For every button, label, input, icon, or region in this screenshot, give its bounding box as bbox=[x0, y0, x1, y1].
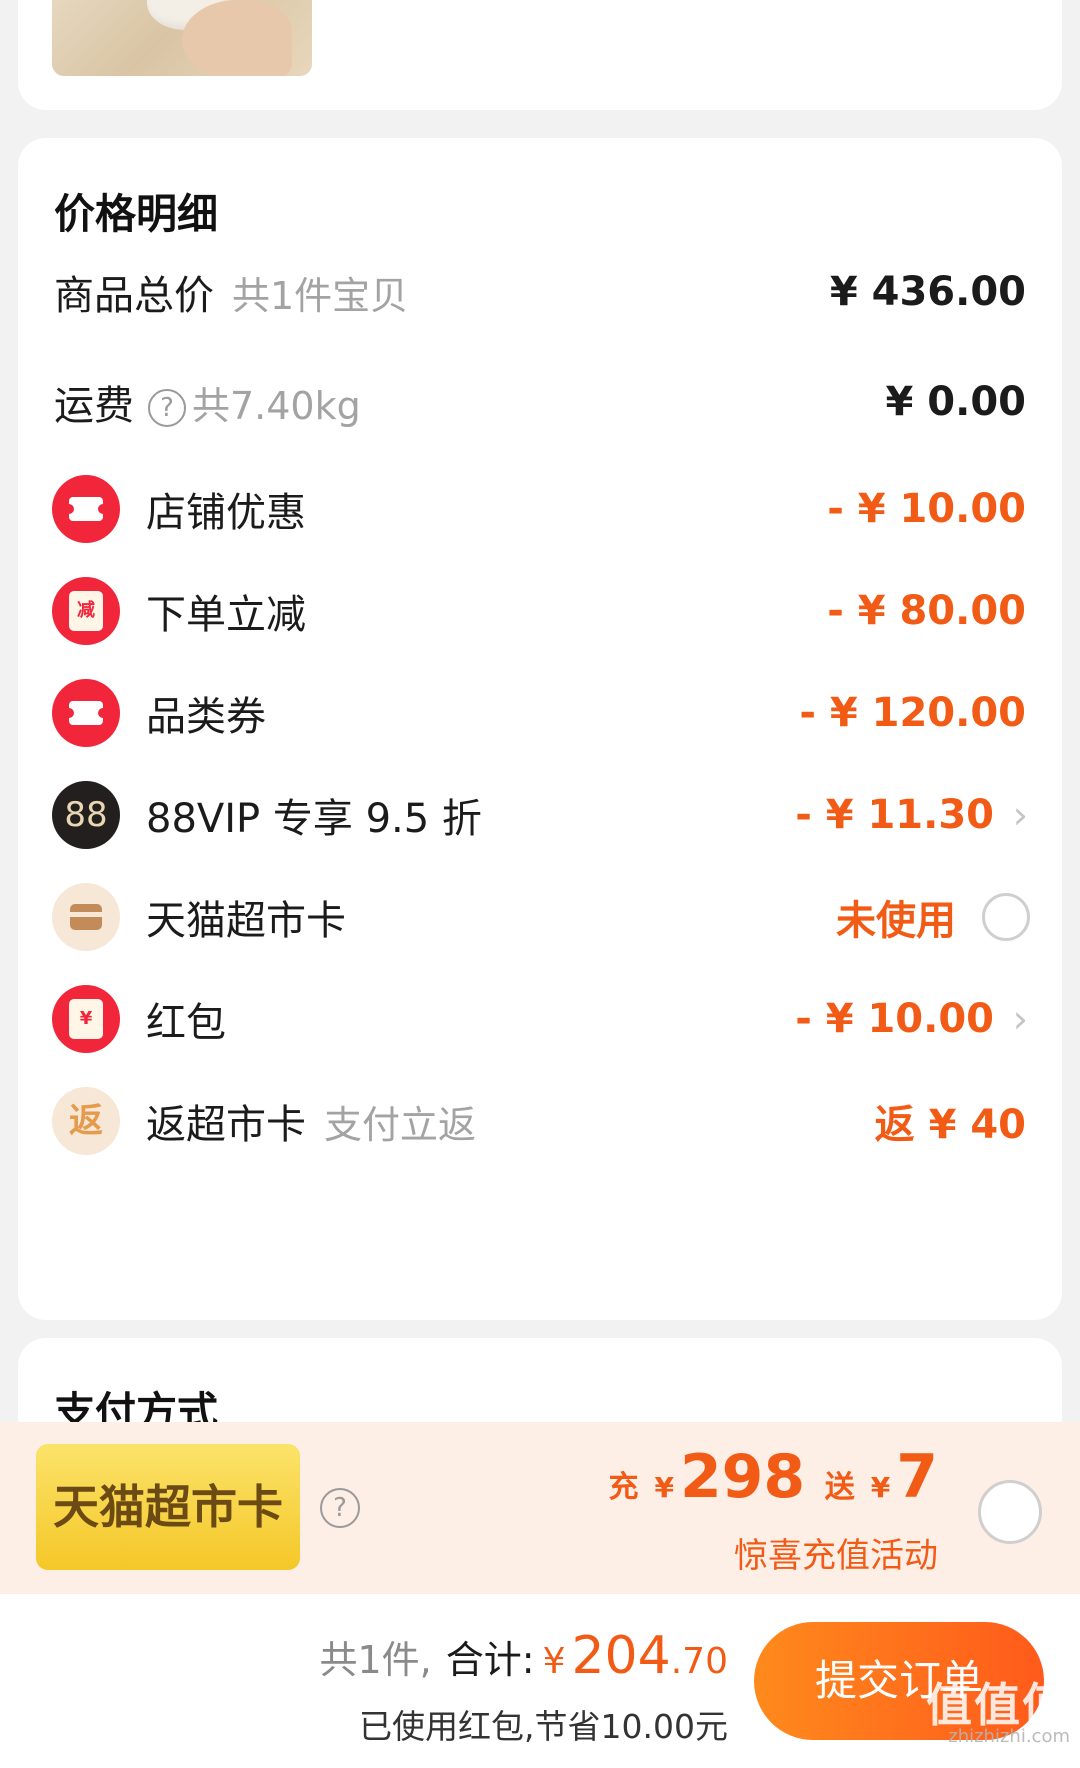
rebate-row: 返 返超市卡 支付立返 返 ¥ 40 bbox=[18, 1081, 1062, 1161]
total-integer: 204 bbox=[571, 1626, 671, 1686]
product-card bbox=[18, 0, 1062, 110]
promo-subtitle: 惊喜充值活动 bbox=[734, 1536, 938, 1576]
vip88-label: 88VIP 专享 9.5 折 bbox=[146, 796, 482, 842]
vip88-icon: 88 bbox=[52, 781, 120, 849]
chevron-right-icon[interactable]: › bbox=[1013, 997, 1028, 1041]
order-discount-value: - ¥ 80.00 bbox=[827, 588, 1026, 634]
goods-total-value: ¥ 436.00 bbox=[829, 269, 1026, 315]
watermark-logo: 值值值 bbox=[926, 1678, 1070, 1732]
tmall-card-label: 天猫超市卡 bbox=[146, 898, 346, 944]
watermark-url: zhizhizhi.com bbox=[948, 1726, 1070, 1747]
category-coupon-row: 品类券 - ¥ 120.00 bbox=[18, 673, 1062, 753]
shipping-value: ¥ 0.00 bbox=[885, 379, 1026, 425]
tmall-card-badge[interactable]: 天猫超市卡 bbox=[36, 1444, 300, 1570]
rebate-value: 返 ¥ 40 bbox=[874, 1102, 1026, 1148]
rebate-label: 返超市卡 bbox=[146, 1102, 306, 1148]
red-packet-value: - ¥ 10.00 bbox=[795, 996, 994, 1042]
category-coupon-label: 品类券 bbox=[146, 694, 266, 740]
discount-box-glyph: 减 bbox=[69, 591, 103, 631]
discount-box-icon: 减 bbox=[52, 577, 120, 645]
recharge-offer: 充 ¥298 送 ¥7 bbox=[608, 1442, 938, 1512]
rebate-label-wrap: 返超市卡 支付立返 bbox=[146, 1092, 476, 1150]
rebate-icon: 返 bbox=[52, 1087, 120, 1155]
shipping-help-icon[interactable]: ? bbox=[148, 389, 186, 427]
checkout-footer: 共1件, 合计: ¥204.70 已使用红包,节省10.00元 提交订单 值值值 z… bbox=[0, 1594, 1080, 1768]
chevron-right-icon[interactable]: › bbox=[1013, 793, 1028, 837]
vip88-glyph: 88 bbox=[64, 795, 108, 835]
red-packet-icon: ¥ bbox=[52, 985, 120, 1053]
ticket-icon bbox=[52, 679, 120, 747]
total-label: 合计: bbox=[445, 1638, 535, 1682]
recharge-promo-bar: 天猫超市卡 ? 充 ¥298 送 ¥7 惊喜充值活动 bbox=[0, 1422, 1080, 1594]
charge-label: 充 bbox=[608, 1470, 639, 1505]
goods-total-label: 商品总价 bbox=[54, 273, 214, 319]
total-decimal: .70 bbox=[670, 1641, 728, 1682]
product-hand-shape bbox=[182, 0, 292, 76]
price-details-card: 价格明细 商品总价 共1件宝贝 ¥ 436.00 运费? 共7.40kg ¥ 0.0… bbox=[18, 138, 1062, 1320]
price-details-title: 价格明细 bbox=[54, 190, 218, 238]
total-line: 共1件, 合计: ¥204.70 bbox=[319, 1626, 728, 1686]
goods-total-label-wrap: 商品总价 共1件宝贝 bbox=[54, 263, 408, 321]
bonus-label: 送 bbox=[824, 1470, 855, 1505]
vip88-value: - ¥ 11.30 bbox=[795, 792, 994, 838]
red-packet-label: 红包 bbox=[146, 1000, 226, 1046]
saved-text: 已使用红包,节省10.00元 bbox=[359, 1707, 728, 1746]
promo-radio[interactable] bbox=[978, 1480, 1042, 1544]
order-discount-label: 下单立减 bbox=[146, 592, 306, 638]
shipping-row: 运费? 共7.40kg ¥ 0.00 bbox=[18, 362, 1062, 442]
shipping-weight-text: 共7.40kg bbox=[192, 384, 361, 428]
goods-total-row: 商品总价 共1件宝贝 ¥ 436.00 bbox=[18, 252, 1062, 332]
store-discount-value: - ¥ 10.00 bbox=[827, 486, 1026, 532]
shipping-label-wrap: 运费? 共7.40kg bbox=[54, 373, 361, 431]
bonus-currency: ¥ bbox=[870, 1471, 891, 1504]
store-discount-row: 店铺优惠 - ¥ 10.00 bbox=[18, 469, 1062, 549]
rebate-glyph: 返 bbox=[69, 1101, 103, 1141]
rebate-sub-text: 支付立返 bbox=[324, 1103, 477, 1147]
total-currency: ¥ bbox=[542, 1641, 566, 1682]
product-image[interactable] bbox=[52, 0, 312, 76]
watermark: 值值值 zhizhizhi.com bbox=[926, 1682, 1070, 1746]
tmall-card-row[interactable]: 天猫超市卡 未使用 bbox=[18, 877, 1062, 957]
charge-amount: 298 bbox=[679, 1442, 806, 1512]
ticket-icon bbox=[52, 475, 120, 543]
tmall-card-status: 未使用 bbox=[836, 898, 956, 944]
charge-currency: ¥ bbox=[654, 1471, 674, 1504]
red-packet-glyph: ¥ bbox=[69, 999, 103, 1039]
vip88-row[interactable]: 88 88VIP 专享 9.5 折 - ¥ 11.30 › bbox=[18, 775, 1062, 855]
goods-count-text: 共1件宝贝 bbox=[232, 274, 409, 318]
promo-help-icon[interactable]: ? bbox=[320, 1488, 360, 1528]
category-coupon-value: - ¥ 120.00 bbox=[799, 690, 1026, 736]
card-icon bbox=[52, 883, 120, 951]
tmall-card-radio[interactable] bbox=[982, 893, 1030, 941]
order-discount-row: 减 下单立减 - ¥ 80.00 bbox=[18, 571, 1062, 651]
store-discount-label: 店铺优惠 bbox=[146, 490, 306, 536]
red-packet-row[interactable]: ¥ 红包 - ¥ 10.00 › bbox=[18, 979, 1062, 1059]
item-count: 共1件, bbox=[319, 1638, 432, 1682]
bonus-amount: 7 bbox=[896, 1442, 938, 1512]
shipping-label: 运费 bbox=[54, 383, 134, 429]
